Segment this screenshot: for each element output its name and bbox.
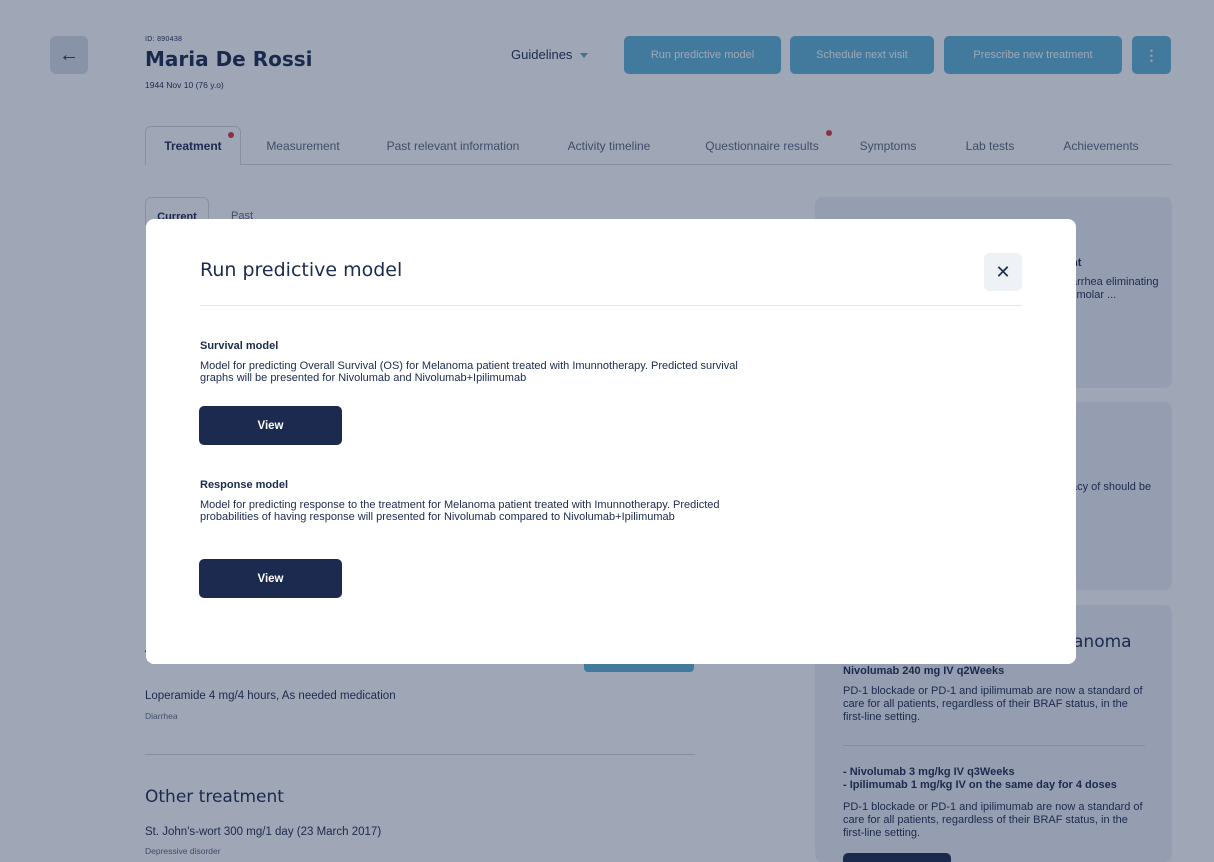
response-model-title: Response model <box>200 479 289 491</box>
survival-model-title: Survival model <box>200 340 279 352</box>
close-icon: ✕ <box>995 261 1011 282</box>
divider <box>200 305 1022 306</box>
response-model-view-button[interactable]: View <box>199 559 342 598</box>
survival-model-view-button[interactable]: View <box>199 406 342 445</box>
close-button[interactable]: ✕ <box>984 253 1022 291</box>
run-predictive-model-dialog: Run predictive model ✕ Survival model Mo… <box>146 219 1076 664</box>
response-model-description: Model for predicting response to the tre… <box>200 499 720 523</box>
dialog-title: Run predictive model <box>200 259 403 281</box>
survival-model-description: Model for predicting Overall Survival (O… <box>200 360 738 384</box>
